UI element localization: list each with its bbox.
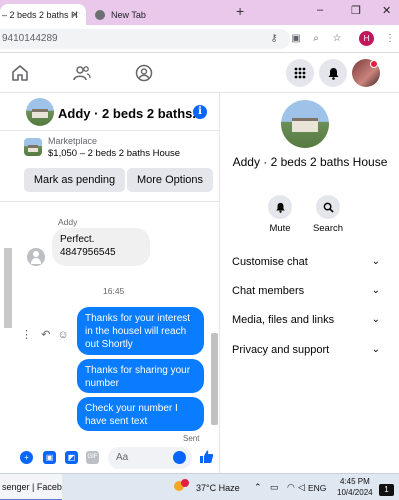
url-field[interactable]: 9410144289	[0, 29, 290, 49]
chevron-down-icon: ⌄	[371, 344, 380, 355]
conversation-info-panel: Addy · 2 beds 2 baths House Mute Search …	[221, 93, 399, 473]
sender-name: Addy	[58, 217, 78, 227]
listing-thumbnail	[24, 138, 42, 156]
reply-icon[interactable]: ↶	[41, 329, 50, 341]
taskbar-app-label: senger | Facebo...	[2, 482, 62, 492]
menu-privacy-support[interactable]: Privacy and support ⌄	[232, 344, 380, 356]
restore-button[interactable]: ❐	[351, 4, 361, 17]
message-composer: + ▣ ◩ GIF Aa	[0, 443, 220, 473]
tab-title: – 2 beds 2 baths H	[2, 9, 78, 20]
chat-title[interactable]: Addy · 2 beds 2 baths...	[58, 106, 203, 121]
language-indicator[interactable]: ENG	[308, 483, 326, 493]
search-icon	[316, 195, 340, 219]
message-input-placeholder: Aa	[116, 452, 129, 463]
url-text: 9410144289	[2, 33, 58, 44]
left-scrollbar[interactable]	[4, 248, 12, 328]
browser-tab-new-tab[interactable]: New Tab ×	[92, 4, 220, 25]
chrome-icon	[95, 9, 105, 20]
address-bar-row: 9410144289 ⚷ ▣ ⌕ ☆ H ⋮	[0, 25, 399, 53]
friends-icon[interactable]	[73, 64, 91, 82]
minimize-button[interactable]: –	[317, 4, 323, 16]
sent-status: Sent	[183, 434, 200, 443]
menu-label: Chat members	[232, 285, 305, 297]
info-avatar	[281, 100, 329, 148]
more-options-button[interactable]: More Options	[127, 168, 213, 192]
plus-icon[interactable]: +	[20, 451, 33, 464]
marketplace-listing[interactable]: Marketplace $1,050 – 2 beds 2 baths Hous…	[24, 136, 214, 164]
zoom-icon[interactable]: ⌕	[310, 33, 322, 45]
close-tab-icon[interactable]: ×	[72, 9, 78, 21]
search-label: Search	[312, 223, 344, 234]
install-app-icon[interactable]: ▣	[290, 33, 302, 45]
network-icon[interactable]: ▭	[270, 482, 279, 493]
notifications-button[interactable]	[319, 59, 347, 87]
key-icon[interactable]: ⚷	[268, 33, 280, 45]
groups-icon[interactable]	[135, 64, 153, 82]
search-action[interactable]: Search	[303, 195, 353, 234]
message-timestamp: 16:45	[103, 286, 125, 296]
chevron-down-icon: ⌄	[371, 285, 380, 296]
facebook-top-nav	[0, 53, 399, 93]
chevron-down-icon: ⌄	[371, 256, 380, 267]
chat-header: Addy · 2 beds 2 baths... i	[0, 93, 220, 131]
menu-chat-members[interactable]: Chat members ⌄	[232, 285, 380, 297]
bookmark-star-icon[interactable]: ☆	[331, 33, 343, 45]
wifi-icon[interactable]: ◠	[287, 482, 295, 493]
menu-media-files-links[interactable]: Media, files and links ⌄	[232, 314, 380, 326]
close-window-button[interactable]: ✕	[382, 4, 391, 17]
browser-tab-active[interactable]: – 2 beds 2 baths H ×	[0, 4, 86, 25]
incoming-line: Perfect.	[60, 234, 95, 245]
message-thread: Addy Perfect. 4847956545 16:45 ⋮ ↶ ☺ Tha…	[0, 201, 220, 443]
emoji-icon[interactable]	[173, 451, 186, 464]
gif-icon[interactable]: GIF	[86, 451, 99, 464]
mark-as-pending-button[interactable]: Mark as pending	[24, 168, 125, 192]
weather-alert-dot	[181, 479, 189, 487]
menu-label: Privacy and support	[232, 344, 330, 356]
incoming-line: 4847956545	[60, 247, 116, 258]
incoming-message[interactable]: Perfect. 4847956545	[52, 228, 150, 266]
windows-taskbar: senger | Facebo... 37°C Haze ⌃ ▭ ◠ ◁ ENG…	[0, 473, 399, 500]
browser-profile-avatar[interactable]: H	[359, 31, 374, 46]
bell-icon	[268, 195, 292, 219]
thumbs-up-icon[interactable]	[199, 449, 214, 464]
info-icon[interactable]: i	[193, 105, 207, 119]
weather-text[interactable]: 37°C Haze	[196, 483, 240, 493]
chevron-down-icon: ⌄	[371, 314, 380, 325]
notification-dot	[370, 60, 378, 68]
sender-avatar	[27, 248, 45, 266]
bell-icon	[328, 67, 338, 80]
message-actions: ⋮ ↶ ☺	[21, 328, 69, 341]
menu-grid-button[interactable]	[286, 59, 314, 87]
browser-menu-icon[interactable]: ⋮	[384, 33, 396, 45]
taskbar-app-messenger[interactable]: senger | Facebo...	[0, 474, 62, 500]
chat-avatar[interactable]	[26, 98, 54, 126]
chat-panel: Addy · 2 beds 2 baths... i Marketplace $…	[0, 93, 220, 473]
tab-title: New Tab	[111, 9, 146, 20]
grid-icon	[294, 67, 306, 79]
react-emoji-icon[interactable]: ☺	[57, 329, 68, 341]
outgoing-message[interactable]: Check your number I have sent text	[77, 397, 204, 431]
tray-chevron-icon[interactable]: ⌃	[254, 482, 262, 493]
menu-label: Media, files and links	[232, 314, 335, 326]
clock-time[interactable]: 4:45 PM	[340, 477, 370, 486]
photo-icon[interactable]: ▣	[43, 451, 56, 464]
mute-action[interactable]: Mute	[255, 195, 305, 234]
outgoing-message[interactable]: Thanks for your interest in the housel w…	[77, 307, 204, 355]
info-title: Addy · 2 beds 2 baths House	[232, 155, 388, 169]
notification-count-badge[interactable]: 1	[379, 484, 394, 496]
listing-title: $1,050 – 2 beds 2 baths House	[48, 148, 181, 159]
thread-scrollbar[interactable]	[211, 333, 218, 425]
more-dots-icon[interactable]: ⋮	[21, 329, 32, 341]
menu-label: Customise chat	[232, 256, 308, 268]
menu-customise-chat[interactable]: Customise chat ⌄	[232, 256, 380, 268]
outgoing-message[interactable]: Thanks for sharing your number	[77, 359, 204, 393]
clock-date[interactable]: 10/4/2024	[337, 488, 373, 497]
listing-label: Marketplace	[48, 136, 98, 146]
browser-tab-strip: – 2 beds 2 baths H × New Tab × + – ❐ ✕	[0, 0, 399, 25]
mute-label: Mute	[269, 223, 291, 234]
sticker-icon[interactable]: ◩	[65, 451, 78, 464]
home-icon[interactable]	[11, 64, 29, 82]
new-tab-button[interactable]: +	[236, 3, 244, 19]
volume-icon[interactable]: ◁	[298, 482, 305, 493]
